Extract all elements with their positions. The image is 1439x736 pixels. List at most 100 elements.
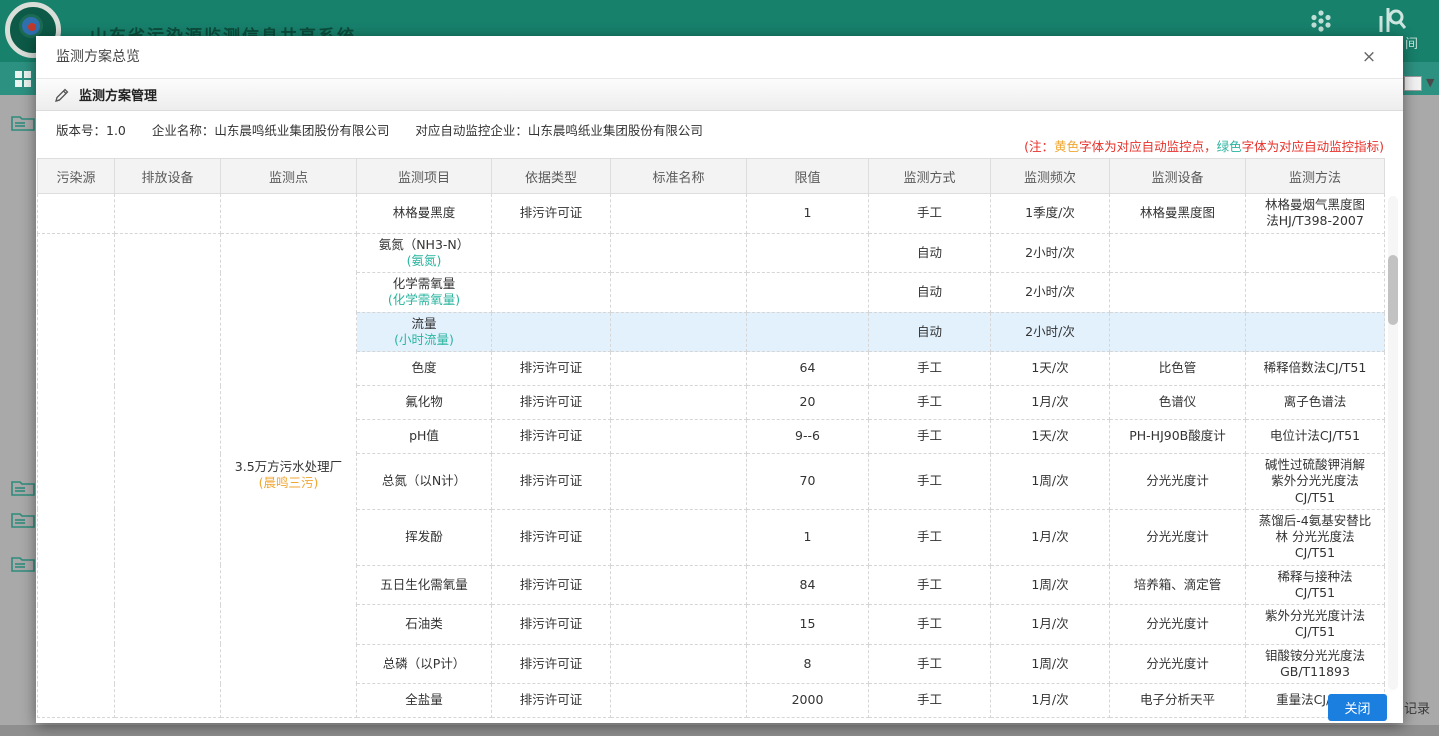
column-header: 限值 [747,159,869,194]
scrollbar-thumb[interactable] [1388,255,1398,325]
cell-limit: 1 [747,509,869,565]
cell-limit [747,233,869,273]
cell-mode: 手工 [869,386,991,420]
background-select[interactable] [1404,76,1422,91]
project-auto-label: (氨氮) [361,253,487,269]
folder-icon[interactable] [11,478,35,496]
column-header: 监测方式 [869,159,991,194]
cell-standard [611,605,747,645]
cell-method: 电位计法CJ/T51 [1246,420,1385,454]
cell-standard [611,684,747,718]
cell-standard [611,352,747,386]
folder-icon[interactable] [11,510,35,528]
cell-project: 总氮（以N计） [357,454,492,510]
column-header: 排放设备 [115,159,221,194]
cell-standard [611,565,747,605]
menu-grid-icon[interactable] [14,70,32,88]
column-header: 污染源 [38,159,115,194]
column-header: 依据类型 [492,159,611,194]
table-row[interactable]: 林格曼黑度排污许可证1手工1季度/次林格曼黑度图林格曼烟气黑度图 法HJ/T39… [38,194,1385,234]
cell-limit: 20 [747,386,869,420]
close-icon[interactable]: × [1357,45,1381,69]
cell-monitor-point: 3.5万方污水处理厂(晨鸣三污) [221,233,357,718]
apps-grid-icon[interactable] [1308,8,1334,34]
cell-method: 紫外分光光度计法 CJ/T51 [1246,605,1385,645]
cell-method: 稀释与接种法 CJ/T51 [1246,565,1385,605]
cell-mode: 手工 [869,684,991,718]
cell-limit: 70 [747,454,869,510]
cell-standard [611,644,747,684]
column-header: 标准名称 [611,159,747,194]
cell-emission-device [115,194,221,234]
cell-basis: 排污许可证 [492,386,611,420]
column-header: 监测点 [221,159,357,194]
cell-method: 离子色谱法 [1246,386,1385,420]
cell-method: 蒸馏后-4氨基安替比 林 分光光度法 CJ/T51 [1246,509,1385,565]
cell-project: 五日生化需氧量 [357,565,492,605]
cell-mode: 手工 [869,644,991,684]
cell-mode: 手工 [869,194,991,234]
table-header: 污染源排放设备监测点监测项目依据类型标准名称限值监测方式监测频次监测设备监测方法 [38,159,1385,194]
cell-pollution-source [38,233,115,718]
table-container: 污染源排放设备监测点监测项目依据类型标准名称限值监测方式监测频次监测设备监测方法… [37,158,1384,718]
cell-freq: 1月/次 [991,605,1110,645]
table-scrollbar[interactable] [1388,196,1398,690]
cell-freq: 1月/次 [991,684,1110,718]
cell-standard [611,194,747,234]
cell-limit: 8 [747,644,869,684]
legend-yellow: 黄色 [1054,139,1079,154]
column-header: 监测方法 [1246,159,1385,194]
color-legend-note: (注：黄色字体为对应自动监控点，绿色字体为对应自动监控指标) [1024,136,1384,155]
folder-icon[interactable] [11,554,35,572]
cell-project: 石油类 [357,605,492,645]
meta-bar: 版本号：1.0 企业名称：山东晨鸣纸业集团股份有限公司 对应自动监控企业：山东晨… [36,111,1403,158]
cell-project: 全盐量 [357,684,492,718]
cell-device [1110,273,1246,313]
chart-search-icon[interactable] [1376,4,1406,34]
table-row[interactable]: 3.5万方污水处理厂(晨鸣三污)氨氮（NH3-N）(氨氮)自动2小时/次 [38,233,1385,273]
cell-method [1246,312,1385,352]
cell-project: pH值 [357,420,492,454]
cell-limit: 2000 [747,684,869,718]
cell-basis: 排污许可证 [492,352,611,386]
cell-basis [492,312,611,352]
cell-basis [492,233,611,273]
cell-standard [611,273,747,313]
dropdown-caret-icon[interactable]: ▼ [1426,76,1434,89]
cell-method: 林格曼烟气黑度图 法HJ/T398-2007 [1246,194,1385,234]
cell-limit: 1 [747,194,869,234]
cell-device: 林格曼黑度图 [1110,194,1246,234]
company-label: 企业名称：山东晨鸣纸业集团股份有限公司 [152,123,390,138]
cell-method: 钼酸铵分光光度法 GB/T11893 [1246,644,1385,684]
cell-standard [611,312,747,352]
section-header: 监测方案管理 [36,79,1403,111]
cell-basis: 排污许可证 [492,509,611,565]
cell-freq: 2小时/次 [991,233,1110,273]
close-button[interactable]: 关闭 [1328,694,1387,721]
cell-basis: 排污许可证 [492,420,611,454]
cell-pollution-source [38,194,115,234]
column-header: 监测项目 [357,159,492,194]
cell-basis: 排污许可证 [492,684,611,718]
cell-device: 分光光度计 [1110,605,1246,645]
screen: 山东省污染源监测信息共享系统 间 ▼ [0,0,1439,736]
folder-icon[interactable] [11,113,35,131]
cell-mode: 手工 [869,565,991,605]
cell-mode: 自动 [869,233,991,273]
column-header: 监测设备 [1110,159,1246,194]
cell-device [1110,233,1246,273]
cell-freq: 1周/次 [991,565,1110,605]
bottom-bar [0,725,1439,736]
cell-monitor-point [221,194,357,234]
monitoring-plan-modal: 监测方案总览 × 监测方案管理 版本号：1.0 企业名称：山东晨鸣纸业集团股份有… [36,36,1403,723]
section-title: 监测方案管理 [79,85,157,104]
cell-mode: 手工 [869,605,991,645]
cell-limit: 64 [747,352,869,386]
cell-basis: 排污许可证 [492,194,611,234]
cell-method [1246,233,1385,273]
cell-basis: 排污许可证 [492,644,611,684]
cell-limit: 9--6 [747,420,869,454]
project-auto-label: (小时流量) [361,332,487,348]
modal-title: 监测方案总览 [56,36,140,79]
cell-project: 氟化物 [357,386,492,420]
